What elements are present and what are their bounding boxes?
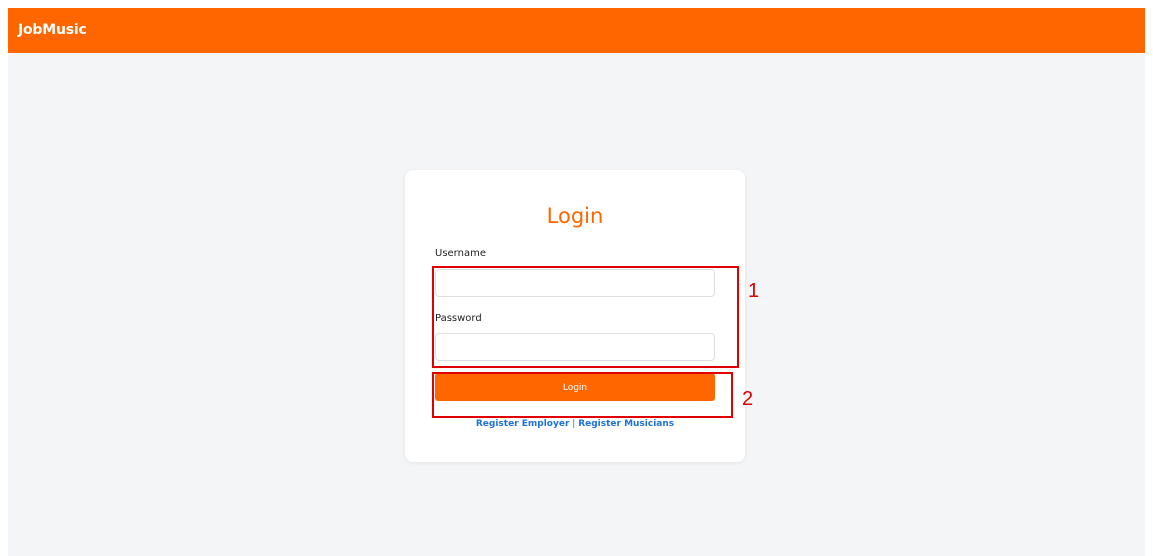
register-musicians-link[interactable]: Register Musicians: [578, 419, 674, 429]
annotation-box-login-button: [432, 372, 733, 418]
link-separator: |: [572, 419, 576, 429]
annotation-box-credentials: [432, 266, 739, 368]
register-employer-link[interactable]: Register Employer: [476, 419, 570, 429]
brand-logo-text[interactable]: JobMusic: [18, 22, 87, 38]
register-links: Register Employer | Register Musicians: [405, 419, 745, 429]
annotation-number-1: 1: [748, 280, 760, 302]
login-title: Login: [546, 204, 604, 228]
username-label: Username: [435, 248, 486, 259]
annotation-number-2: 2: [742, 388, 754, 410]
top-navbar: JobMusic: [8, 8, 1145, 53]
